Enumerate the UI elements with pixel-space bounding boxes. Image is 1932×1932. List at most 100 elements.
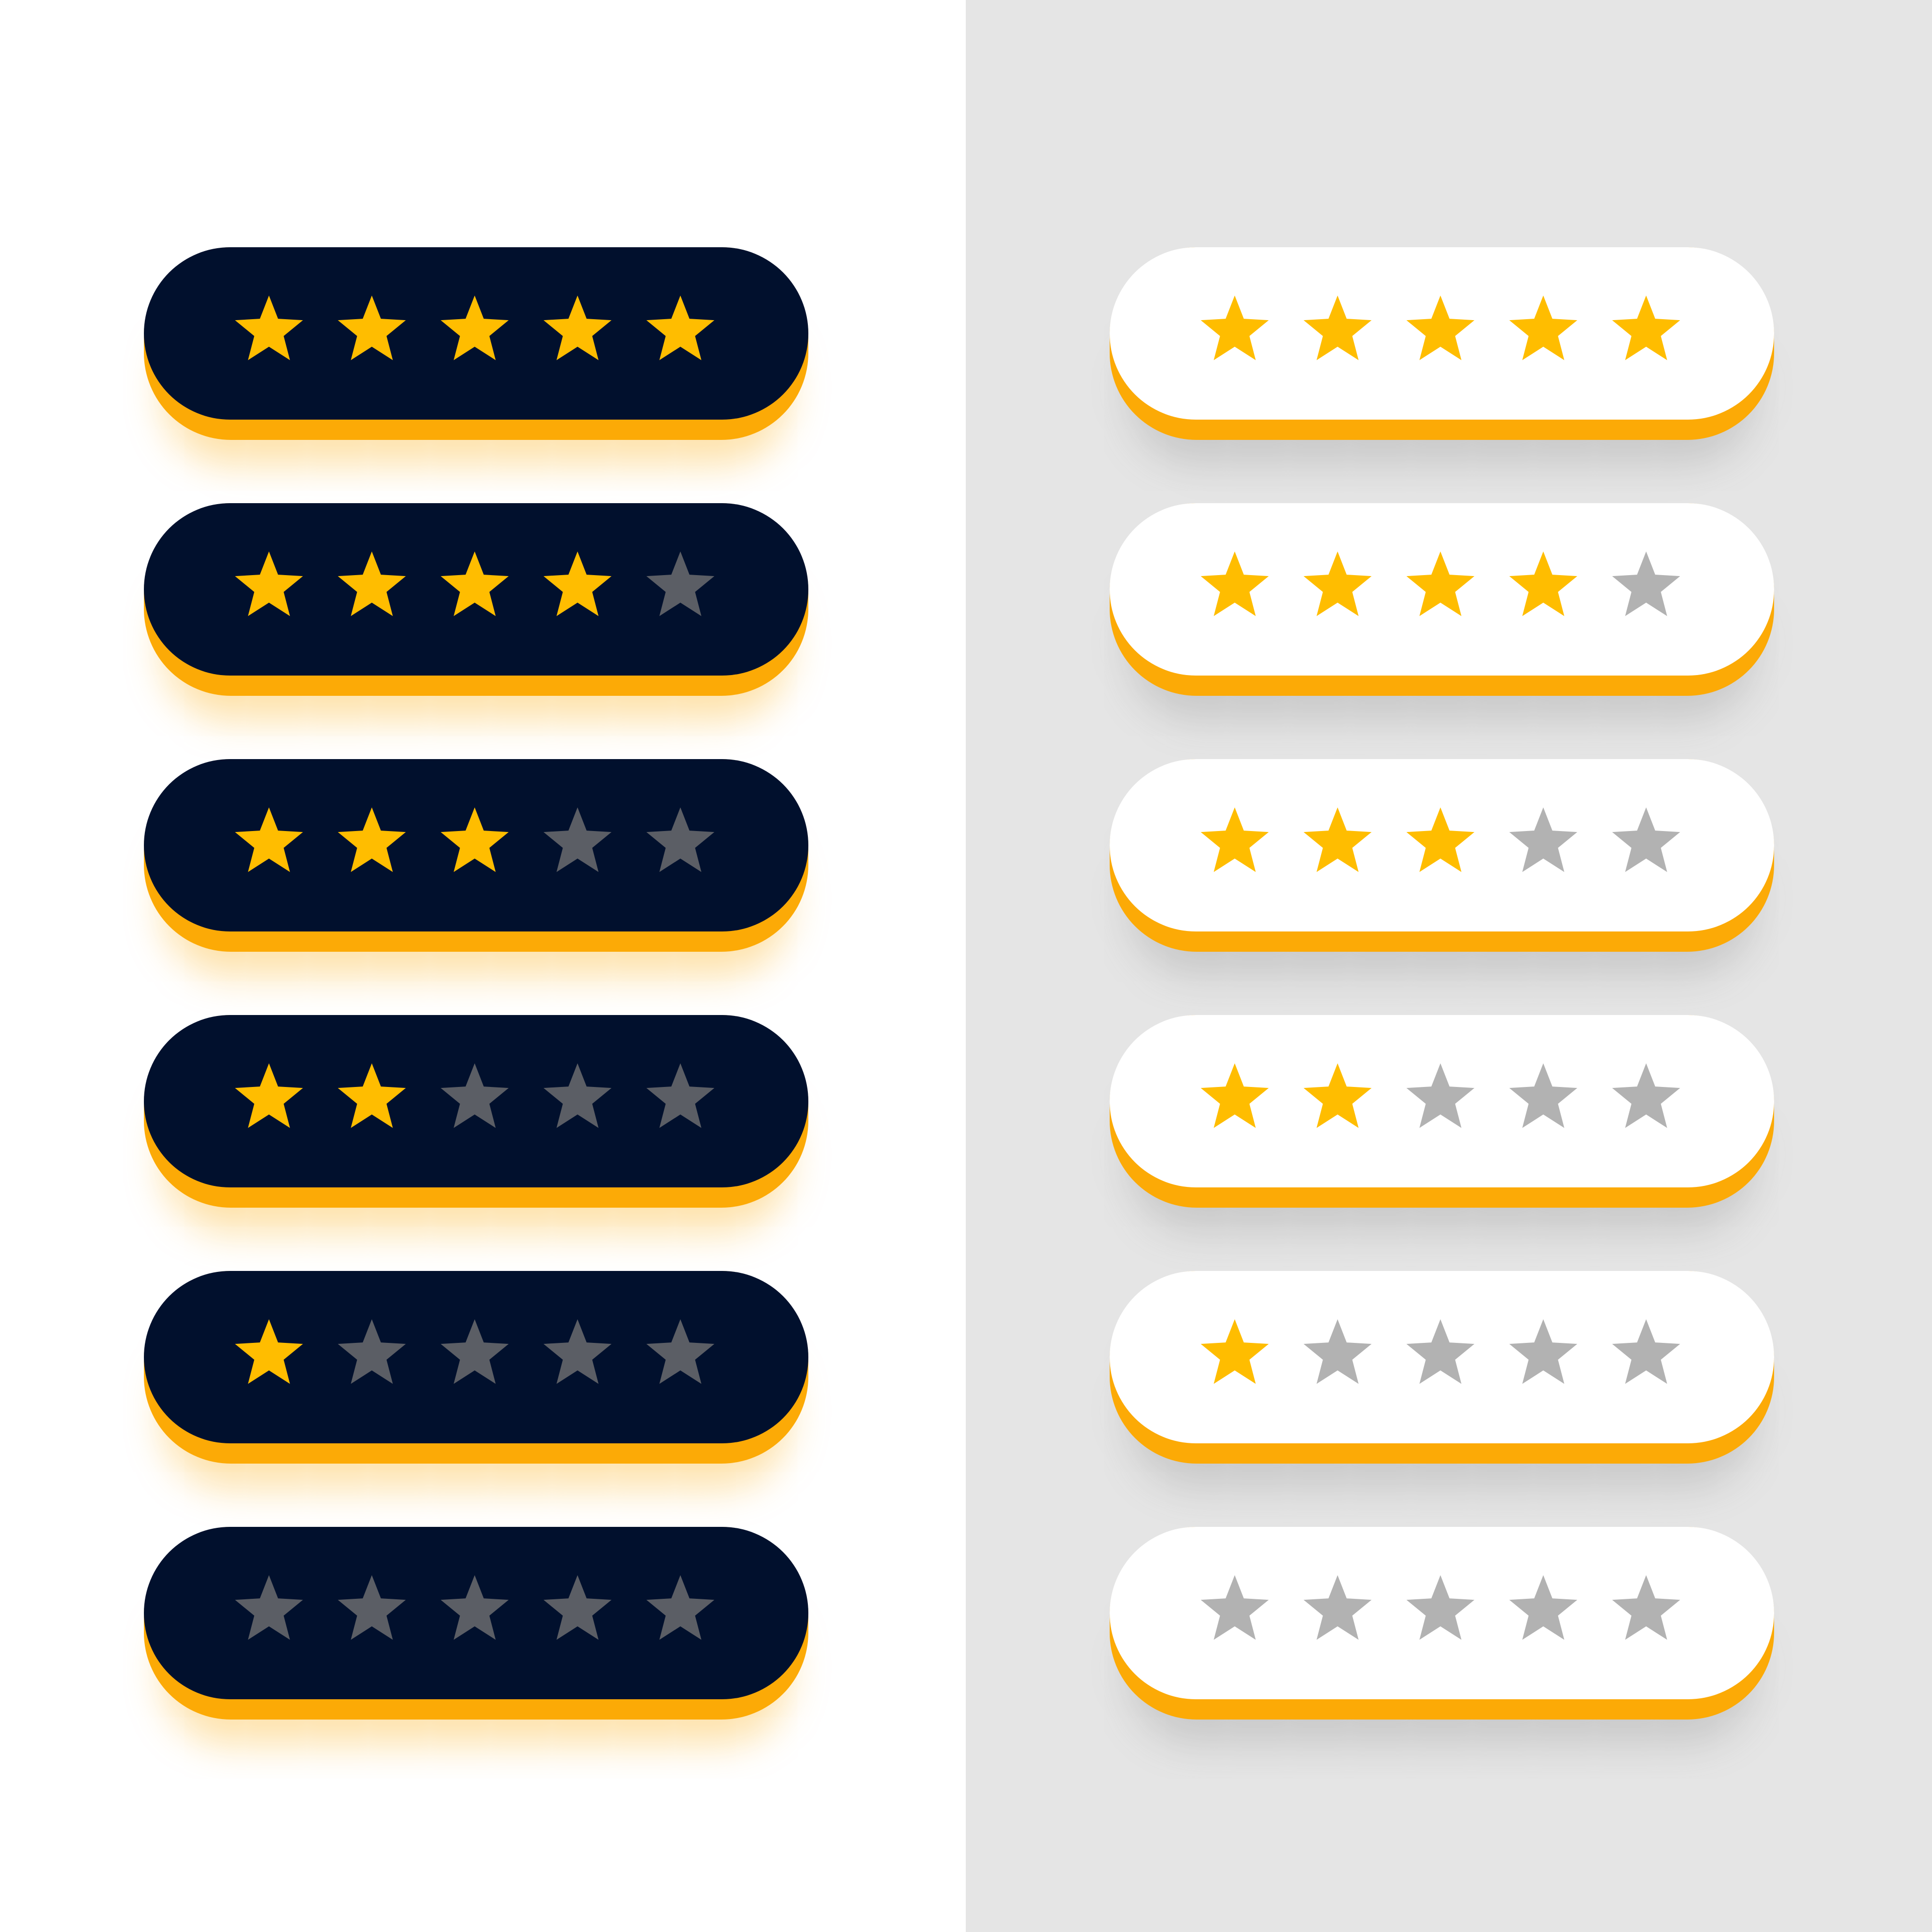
star-filled-icon[interactable] [541, 293, 614, 365]
star-empty-icon[interactable] [1610, 549, 1682, 621]
star-filled-icon[interactable] [1301, 804, 1374, 877]
star-filled-icon[interactable] [233, 293, 305, 365]
star-filled-icon[interactable] [1301, 1060, 1374, 1133]
star-row [233, 1316, 719, 1389]
star-empty-icon[interactable] [541, 1316, 614, 1389]
rating-bar-2-stars[interactable] [1110, 1015, 1774, 1208]
star-row [1199, 1316, 1685, 1389]
star-filled-icon[interactable] [336, 549, 408, 621]
star-empty-icon[interactable] [233, 1572, 305, 1645]
star-empty-icon[interactable] [438, 1060, 511, 1133]
rating-bar-face [1110, 759, 1774, 931]
star-filled-icon[interactable] [336, 293, 408, 365]
star-empty-icon[interactable] [644, 1060, 717, 1133]
star-empty-icon[interactable] [1404, 1316, 1477, 1389]
star-empty-icon[interactable] [644, 1572, 717, 1645]
star-empty-icon[interactable] [336, 1316, 408, 1389]
star-row [233, 1572, 719, 1645]
star-filled-icon[interactable] [1404, 293, 1477, 365]
rating-bar-1-stars[interactable] [144, 1271, 808, 1464]
star-empty-icon[interactable] [1404, 1572, 1477, 1645]
star-row [1199, 293, 1685, 365]
dark-theme-panel [0, 0, 966, 1932]
rating-bar-1-stars[interactable] [1110, 1271, 1774, 1464]
star-empty-icon[interactable] [1199, 1572, 1271, 1645]
rating-bar-face [144, 1015, 808, 1187]
rating-bar-5-stars[interactable] [1110, 247, 1774, 440]
rating-bar-3-stars[interactable] [1110, 759, 1774, 952]
star-empty-icon[interactable] [1507, 1316, 1579, 1389]
rating-bar-0-stars[interactable] [1110, 1527, 1774, 1720]
rating-bar-3-stars[interactable] [144, 759, 808, 952]
star-filled-icon[interactable] [1404, 549, 1477, 621]
star-row [1199, 549, 1685, 621]
star-filled-icon[interactable] [438, 293, 511, 365]
star-empty-icon[interactable] [1507, 1572, 1579, 1645]
star-filled-icon[interactable] [336, 1060, 408, 1133]
star-row [233, 293, 719, 365]
star-filled-icon[interactable] [541, 549, 614, 621]
star-empty-icon[interactable] [1404, 1060, 1477, 1133]
rating-bar-5-stars[interactable] [144, 247, 808, 440]
star-empty-icon[interactable] [1610, 1572, 1682, 1645]
rating-bar-face [144, 1271, 808, 1443]
rating-bar-4-stars[interactable] [144, 503, 808, 696]
star-filled-icon[interactable] [1199, 549, 1271, 621]
star-filled-icon[interactable] [1301, 549, 1374, 621]
star-empty-icon[interactable] [336, 1572, 408, 1645]
star-filled-icon[interactable] [644, 293, 717, 365]
star-filled-icon[interactable] [1199, 804, 1271, 877]
rating-bar-face [144, 503, 808, 676]
rating-bar-face [144, 759, 808, 931]
star-row [233, 1060, 719, 1133]
star-filled-icon[interactable] [1507, 549, 1579, 621]
star-empty-icon[interactable] [1610, 1316, 1682, 1389]
star-empty-icon[interactable] [644, 804, 717, 877]
rating-showcase [0, 0, 1932, 1932]
rating-bar-face [1110, 1527, 1774, 1699]
star-empty-icon[interactable] [541, 1572, 614, 1645]
rating-bar-face [1110, 1015, 1774, 1187]
rating-bar-face [1110, 247, 1774, 420]
star-filled-icon[interactable] [1301, 293, 1374, 365]
star-empty-icon[interactable] [1507, 804, 1579, 877]
star-filled-icon[interactable] [438, 804, 511, 877]
star-empty-icon[interactable] [644, 1316, 717, 1389]
rating-bar-4-stars[interactable] [1110, 503, 1774, 696]
star-row [233, 549, 719, 621]
star-filled-icon[interactable] [233, 1060, 305, 1133]
star-empty-icon[interactable] [1610, 804, 1682, 877]
star-filled-icon[interactable] [1507, 293, 1579, 365]
rating-bar-face [144, 247, 808, 420]
star-row [1199, 804, 1685, 877]
star-filled-icon[interactable] [1199, 1316, 1271, 1389]
star-filled-icon[interactable] [1404, 804, 1477, 877]
star-row [233, 804, 719, 877]
rating-bar-2-stars[interactable] [144, 1015, 808, 1208]
star-filled-icon[interactable] [1199, 1060, 1271, 1133]
star-row [1199, 1572, 1685, 1645]
rating-bar-face [144, 1527, 808, 1699]
star-empty-icon[interactable] [541, 1060, 614, 1133]
star-empty-icon[interactable] [1301, 1572, 1374, 1645]
star-filled-icon[interactable] [438, 549, 511, 621]
star-filled-icon[interactable] [233, 1316, 305, 1389]
rating-bar-face [1110, 503, 1774, 676]
star-empty-icon[interactable] [438, 1316, 511, 1389]
light-rating-list [1110, 247, 1774, 1720]
star-empty-icon[interactable] [1610, 1060, 1682, 1133]
star-empty-icon[interactable] [541, 804, 614, 877]
star-row [1199, 1060, 1685, 1133]
star-empty-icon[interactable] [1507, 1060, 1579, 1133]
light-theme-panel [966, 0, 1932, 1932]
star-filled-icon[interactable] [233, 549, 305, 621]
star-empty-icon[interactable] [438, 1572, 511, 1645]
star-filled-icon[interactable] [336, 804, 408, 877]
rating-bar-face [1110, 1271, 1774, 1443]
star-filled-icon[interactable] [233, 804, 305, 877]
rating-bar-0-stars[interactable] [144, 1527, 808, 1720]
star-filled-icon[interactable] [1610, 293, 1682, 365]
star-empty-icon[interactable] [1301, 1316, 1374, 1389]
star-empty-icon[interactable] [644, 549, 717, 621]
star-filled-icon[interactable] [1199, 293, 1271, 365]
